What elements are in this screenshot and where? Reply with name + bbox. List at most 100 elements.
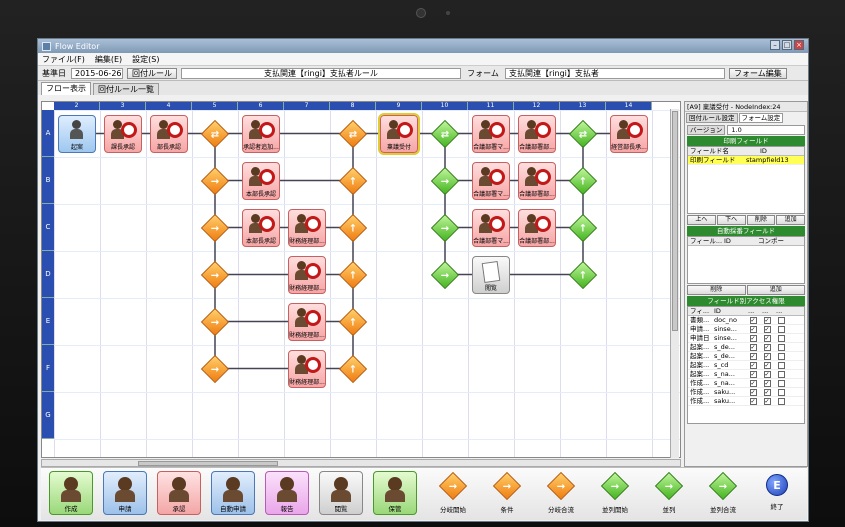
checkbox[interactable]: [777, 344, 785, 351]
palette-end[interactable]: E 終了: [757, 470, 797, 518]
checkbox[interactable]: [777, 317, 785, 324]
checkbox[interactable]: ✓: [749, 362, 757, 369]
flow-node[interactable]: 合議部署部...: [518, 114, 556, 153]
form-edit-button[interactable]: フォーム編集: [729, 67, 787, 79]
table-row[interactable]: 作成... saku... ✓ ✓: [688, 388, 804, 397]
tab-rule-list[interactable]: 回付ルール一覧: [93, 83, 159, 95]
flow-node[interactable]: 部長承認: [150, 114, 188, 153]
flow-node[interactable]: 合議部署マ...: [472, 114, 510, 153]
checkbox[interactable]: [777, 389, 785, 396]
flow-node[interactable]: 本部長承認: [242, 161, 280, 200]
flow-node[interactable]: 財務経理部...: [288, 302, 326, 341]
checkbox[interactable]: ✓: [749, 326, 757, 333]
access-list[interactable]: フィ... ID ... ... ... 書類... doc_no ✓ ✓ 申請... s…: [687, 306, 805, 424]
form-select[interactable]: 支払関連【ringi】支払者: [505, 67, 725, 79]
add-button[interactable]: 追加: [776, 215, 805, 225]
palette-item[interactable]: 申請: [103, 471, 147, 515]
version-field[interactable]: 1.0: [727, 125, 805, 135]
move-up-button[interactable]: 上へ: [687, 215, 716, 225]
checkbox[interactable]: [777, 362, 785, 369]
checkbox[interactable]: ✓: [763, 344, 771, 351]
checkbox[interactable]: ✓: [763, 353, 771, 360]
table-row[interactable]: 起案... s_de... ✓ ✓: [688, 343, 804, 352]
flow-node[interactable]: 本部長承認: [242, 208, 280, 247]
palette-item[interactable]: 承認: [157, 471, 201, 515]
flow-canvas[interactable]: 2 3 4 5 6 7 8 9 10 11 12 13 14 ABCDEFG 起案 課長承認 部長承認 承認者…: [41, 101, 681, 458]
table-row[interactable]: 作成... saku... ✓ ✓: [688, 397, 804, 406]
menu-edit[interactable]: 編集(E): [95, 54, 122, 65]
checkbox[interactable]: ✓: [763, 398, 771, 405]
close-button[interactable]: ×: [794, 40, 804, 50]
rule-name-field[interactable]: 支払関連【ringi】支払者ルール: [181, 67, 461, 79]
add-auto-button[interactable]: 追加: [746, 285, 805, 295]
palette-item[interactable]: 保管: [373, 471, 417, 515]
palette-diamond[interactable]: → 分岐合流: [541, 470, 581, 518]
checkbox[interactable]: ✓: [763, 371, 771, 378]
flow-node[interactable]: 稟議受付: [378, 112, 420, 155]
palette-diamond[interactable]: → 並列合流: [703, 470, 743, 518]
checkbox[interactable]: ✓: [749, 344, 757, 351]
checkbox[interactable]: ✓: [763, 335, 771, 342]
checkbox[interactable]: ✓: [763, 326, 771, 333]
checkbox[interactable]: ✓: [749, 398, 757, 405]
flow-node[interactable]: 財務経理部...: [288, 208, 326, 247]
checkbox[interactable]: [777, 371, 785, 378]
tab-form-settings[interactable]: フォーム設定: [738, 113, 784, 123]
flow-node[interactable]: 合議部署マ...: [472, 208, 510, 247]
minimize-button[interactable]: –: [770, 40, 780, 50]
table-row[interactable]: 起案... s_na... ✓ ✓: [688, 370, 804, 379]
palette-item[interactable]: 自動申請: [211, 471, 255, 515]
flow-node[interactable]: 起案: [58, 114, 96, 153]
palette-diamond[interactable]: → 並列: [649, 470, 689, 518]
flow-node[interactable]: 閲覧: [472, 255, 510, 294]
checkbox[interactable]: ✓: [749, 335, 757, 342]
menu-settings[interactable]: 設定(S): [132, 54, 159, 65]
tab-rule-settings[interactable]: 回付ルール設定: [686, 113, 738, 123]
list-item[interactable]: 印刷フィールド stampfield13: [688, 156, 804, 165]
date-field[interactable]: 2015-06-26: [71, 67, 123, 79]
checkbox[interactable]: ✓: [763, 389, 771, 396]
palette-diamond[interactable]: → 条件: [487, 470, 527, 518]
menu-file[interactable]: ファイル(F): [42, 54, 85, 65]
checkbox[interactable]: [777, 380, 785, 387]
flow-node[interactable]: 合議部署マ...: [472, 161, 510, 200]
rule-button[interactable]: 回付ルール: [127, 67, 177, 79]
checkbox[interactable]: [777, 335, 785, 342]
table-row[interactable]: 起案... s_de... ✓ ✓: [688, 352, 804, 361]
table-row[interactable]: 作成... s_na... ✓ ✓: [688, 379, 804, 388]
flow-node[interactable]: 経営部長承...: [610, 114, 648, 153]
flow-node[interactable]: 財務経理部...: [288, 349, 326, 388]
checkbox[interactable]: ✓: [749, 353, 757, 360]
checkbox[interactable]: ✓: [763, 362, 771, 369]
palette-diamond[interactable]: → 並列開始: [595, 470, 635, 518]
table-row[interactable]: 書類... doc_no ✓ ✓: [688, 316, 804, 325]
flow-node[interactable]: 財務経理部...: [288, 255, 326, 294]
checkbox[interactable]: ✓: [763, 380, 771, 387]
auto-number-list[interactable]: フィール... ID コンポー: [687, 236, 805, 284]
flow-node[interactable]: 課長承認: [104, 114, 142, 153]
delete-button[interactable]: 削除: [746, 215, 776, 225]
horizontal-scrollbar[interactable]: [41, 459, 681, 467]
checkbox[interactable]: [777, 398, 785, 405]
checkbox[interactable]: ✓: [749, 317, 757, 324]
checkbox[interactable]: [777, 326, 785, 333]
palette-diamond[interactable]: → 分岐開始: [433, 470, 473, 518]
checkbox[interactable]: ✓: [749, 371, 757, 378]
print-field-list[interactable]: フィールド名 ID 印刷フィールド stampfield13: [687, 146, 805, 214]
table-row[interactable]: 申請... sinse... ✓ ✓: [688, 325, 804, 334]
maximize-button[interactable]: □: [782, 40, 792, 50]
checkbox[interactable]: [777, 353, 785, 360]
flow-node[interactable]: 承認者追加...: [242, 114, 280, 153]
vertical-scrollbar[interactable]: [670, 109, 679, 458]
table-row[interactable]: 起案... s_cd ✓ ✓: [688, 361, 804, 370]
checkbox[interactable]: ✓: [763, 317, 771, 324]
flow-node[interactable]: 合議部署部...: [518, 161, 556, 200]
checkbox[interactable]: ✓: [749, 380, 757, 387]
checkbox[interactable]: ✓: [749, 389, 757, 396]
palette-item[interactable]: 閲覧: [319, 471, 363, 515]
palette-item[interactable]: 作成: [49, 471, 93, 515]
table-row[interactable]: 申請日 sinse... ✓ ✓: [688, 334, 804, 343]
move-down-button[interactable]: 下へ: [716, 215, 746, 225]
flow-node[interactable]: 合議部署部...: [518, 208, 556, 247]
delete-auto-button[interactable]: 削除: [687, 285, 746, 295]
